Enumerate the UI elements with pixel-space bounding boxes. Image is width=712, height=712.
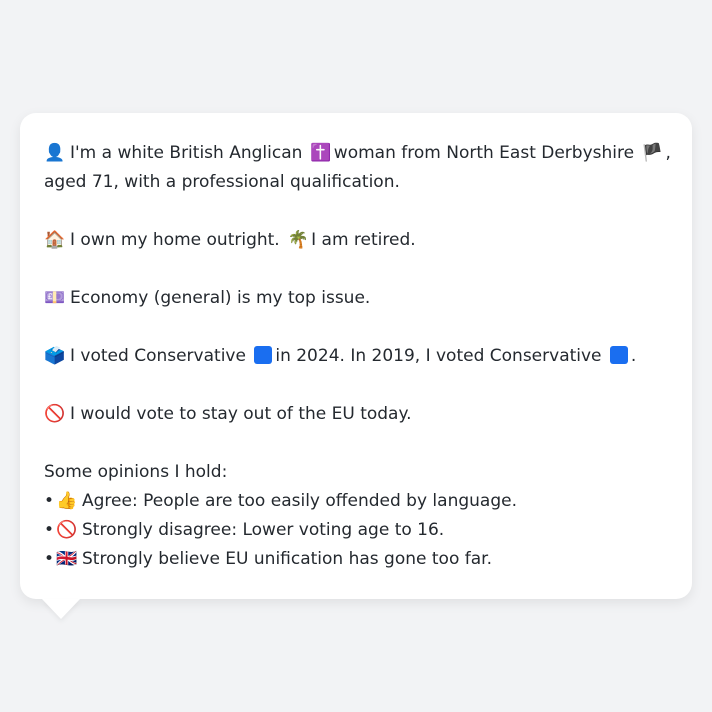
opinion-text: Agree: People are too easily offended by… [82, 491, 517, 511]
identity-line: 👤 I'm a white British Anglican ✝️ woman fr… [44, 139, 671, 168]
identity-line-cont: aged 71, with a professional qualificati… [44, 168, 668, 197]
chart-icon: 💷 [44, 288, 66, 308]
latin-cross-icon: ✝️ [310, 143, 332, 163]
speech-bubble-tail [42, 599, 80, 619]
opinion-text: Strongly believe EU unification has gone… [82, 549, 492, 569]
eu-vote-line: 🚫 I would vote to stay out of the EU toda… [44, 400, 668, 429]
blue-square-icon [254, 346, 273, 364]
prohibited-icon: 🚫 [44, 404, 66, 424]
opinion-item: • 🚫 Strongly disagree: Lower voting age to… [44, 516, 668, 545]
housing-text: I own my home outright. [70, 230, 280, 250]
identity-text: I'm a white British Anglican [70, 143, 303, 163]
person-silhouette-icon: 👤 [44, 143, 66, 163]
bullet: • [44, 549, 55, 569]
thumbs-up-icon: 👍 [56, 491, 78, 511]
prohibited-icon: 🚫 [56, 520, 78, 540]
vote-2024-text: I voted Conservative [70, 346, 246, 366]
bullet: • [44, 491, 55, 511]
bullet: • [44, 520, 55, 540]
identity-age-text: aged 71, with a professional qualificati… [44, 172, 400, 192]
opinion-item: • 👍 Agree: People are too easily offended … [44, 487, 668, 516]
uk-flag-icon: 🇬🇧 [56, 549, 78, 569]
england-flag-icon: 🏴 [641, 143, 664, 163]
house-icon: 🏠 [44, 230, 66, 250]
housing-line: 🏠 I own my home outright. 🌴 I am retired. [44, 226, 668, 255]
top-issue-line: 💷 Economy (general) is my top issue. [44, 284, 668, 313]
opinion-item: • 🇬🇧 Strongly believe EU unification has g… [44, 545, 668, 574]
blue-square-icon [609, 346, 628, 364]
ballot-box-icon: 🗳️ [44, 346, 66, 366]
profile-card: 👤 I'm a white British Anglican ✝️ woman fr… [20, 113, 692, 599]
identity-comma: , [665, 143, 671, 163]
eu-vote-text: I would vote to stay out of the EU today… [70, 404, 412, 424]
opinions-heading: Some opinions I hold: [44, 462, 228, 482]
identity-location-text: woman from North East Derbyshire [333, 143, 635, 163]
vote-history-line: 🗳️ I voted Conservative in 2024. In 2019,… [44, 342, 668, 371]
top-issue-text: Economy (general) is my top issue. [70, 288, 371, 308]
palm-tree-icon: 🌴 [287, 230, 309, 250]
opinion-text: Strongly disagree: Lower voting age to 1… [82, 520, 445, 540]
retired-text: I am retired. [311, 230, 416, 250]
vote-2019-text: in 2024. In 2019, I voted Conservative [275, 346, 602, 366]
vote-period: . [630, 346, 637, 366]
